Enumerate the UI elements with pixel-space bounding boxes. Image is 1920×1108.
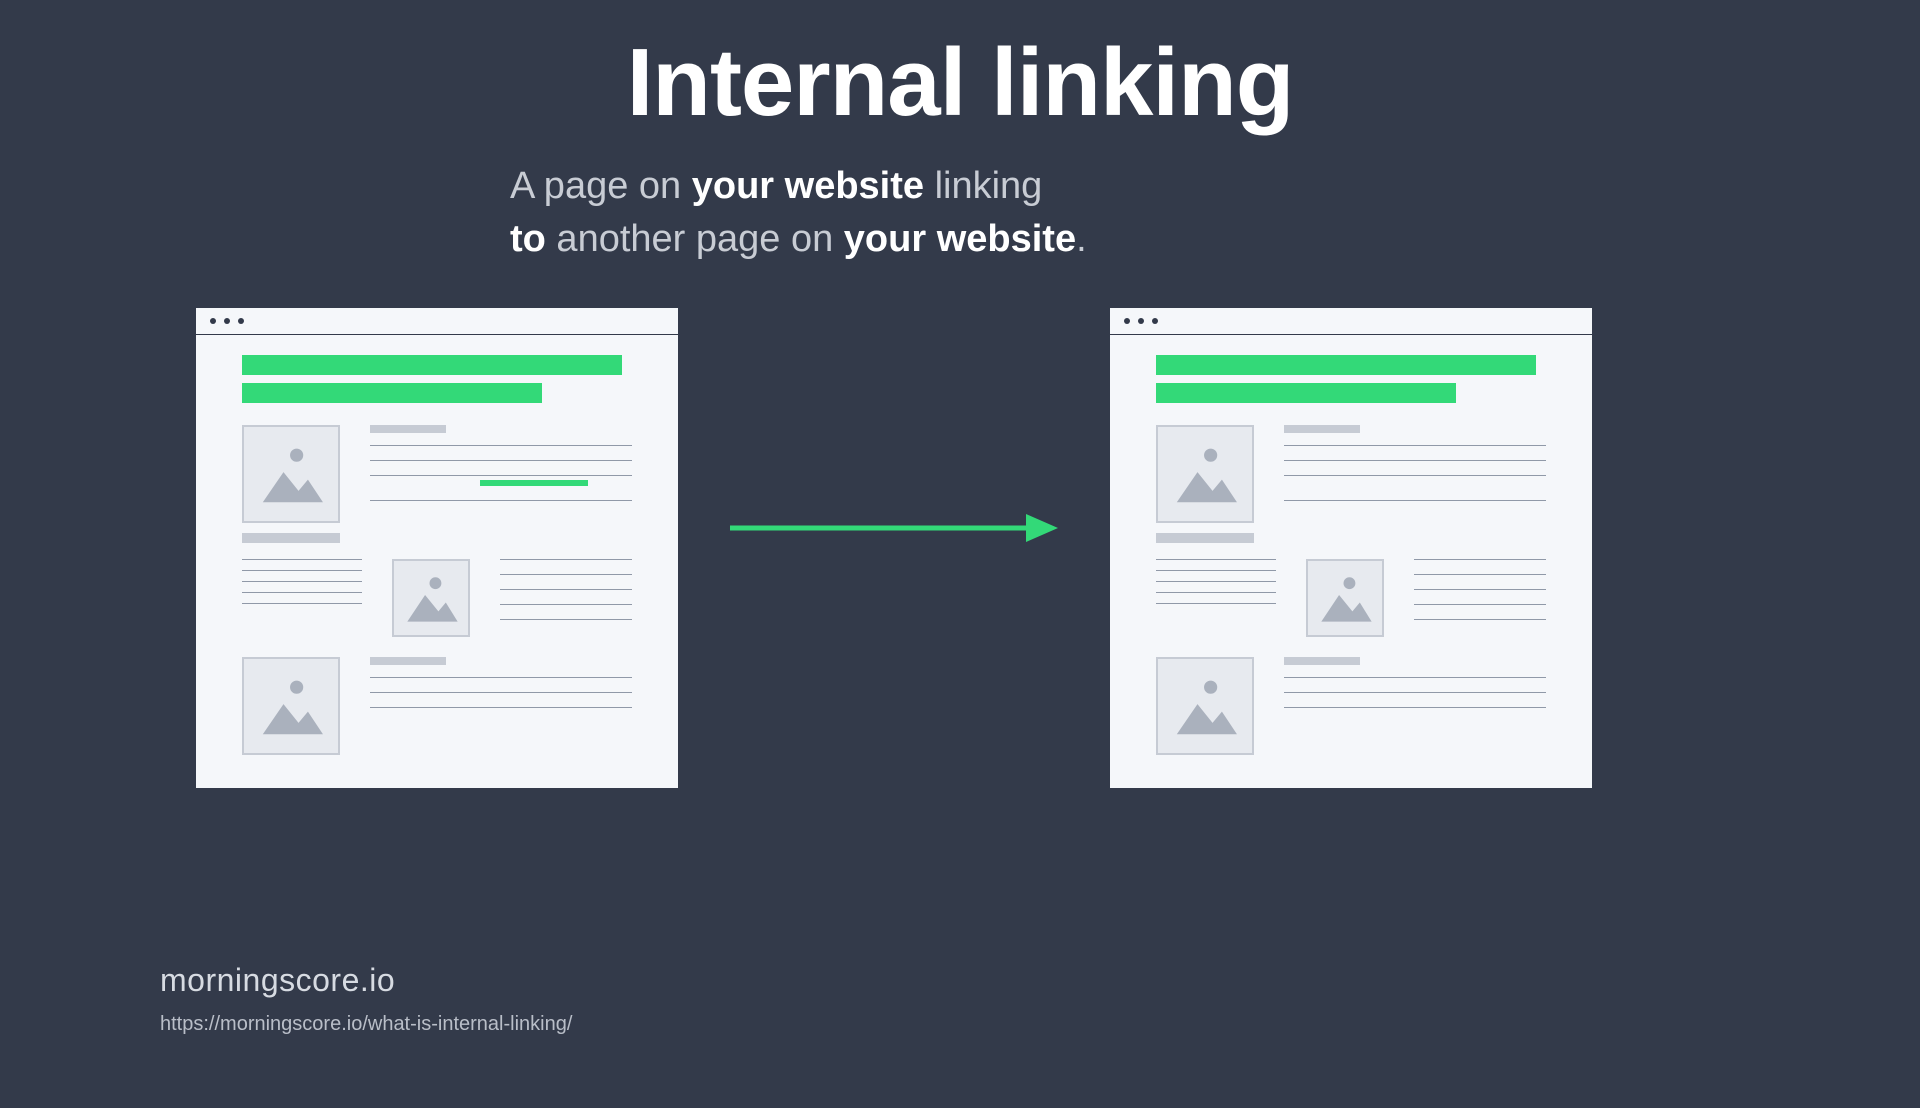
text-label-placeholder xyxy=(242,533,340,543)
browser-divider xyxy=(196,334,678,335)
text-line xyxy=(1414,589,1546,590)
text-line xyxy=(1156,570,1276,571)
window-dot-icon xyxy=(1152,318,1158,324)
text-line xyxy=(1156,559,1276,560)
text-label-placeholder xyxy=(1284,425,1360,433)
text-line xyxy=(242,559,362,560)
text-line xyxy=(370,460,632,461)
text-line xyxy=(1284,692,1546,693)
browser-divider xyxy=(1110,334,1592,335)
text-line xyxy=(1284,677,1546,678)
text-line xyxy=(1414,559,1546,560)
content-section xyxy=(242,657,632,755)
text-line xyxy=(370,475,632,476)
subtitle-bold: your website xyxy=(692,165,924,207)
text-lines xyxy=(242,559,362,637)
text-line xyxy=(1284,460,1546,461)
text-line xyxy=(242,603,362,604)
text-line xyxy=(1284,707,1546,708)
heading-bar xyxy=(242,355,622,375)
text-line xyxy=(1414,604,1546,605)
heading-bar xyxy=(1156,355,1536,375)
text-line xyxy=(370,500,632,501)
text-lines xyxy=(1284,425,1546,523)
text-line xyxy=(370,692,632,693)
text-lines xyxy=(500,559,632,637)
text-line xyxy=(1284,500,1546,501)
text-line xyxy=(1284,445,1546,446)
text-lines xyxy=(1414,559,1546,637)
image-placeholder-icon xyxy=(242,425,340,523)
heading-bar xyxy=(242,383,542,403)
text-line xyxy=(500,604,632,605)
page-body xyxy=(1110,341,1592,755)
window-dot-icon xyxy=(224,318,230,324)
text-lines xyxy=(370,657,632,755)
text-line xyxy=(1414,619,1546,620)
text-line xyxy=(1156,603,1276,604)
image-placeholder-icon xyxy=(1156,425,1254,523)
text-line xyxy=(500,574,632,575)
subtitle-part: A page on xyxy=(510,165,692,207)
text-lines xyxy=(1156,559,1276,637)
text-label-placeholder xyxy=(370,657,446,665)
diagram-container xyxy=(0,308,1920,808)
page-subtitle: A page on your website linking to anothe… xyxy=(510,160,1410,266)
subtitle-part: another page on xyxy=(546,218,844,260)
source-url: https://morningscore.io/what-is-internal… xyxy=(160,1013,572,1036)
footer: morningscore.io https://morningscore.io/… xyxy=(160,962,572,1036)
internal-link-highlight xyxy=(480,480,588,486)
text-lines xyxy=(370,425,632,523)
subtitle-bold: to xyxy=(510,218,546,260)
text-line xyxy=(500,589,632,590)
subtitle-part: linking xyxy=(924,165,1042,207)
text-line xyxy=(370,677,632,678)
image-placeholder-icon xyxy=(1306,559,1384,637)
heading-bar xyxy=(1156,383,1456,403)
text-lines xyxy=(1284,657,1546,755)
text-line xyxy=(242,592,362,593)
content-section xyxy=(1156,657,1546,755)
text-line xyxy=(242,570,362,571)
content-section xyxy=(242,559,632,637)
text-line xyxy=(1284,475,1546,476)
subtitle-part: . xyxy=(1076,218,1087,260)
brand-name: morningscore.io xyxy=(160,962,572,999)
text-line xyxy=(370,707,632,708)
page-body xyxy=(196,341,678,755)
link-arrow-icon xyxy=(726,508,1058,548)
text-line xyxy=(500,619,632,620)
text-line xyxy=(1156,581,1276,582)
text-label-placeholder xyxy=(1156,533,1254,543)
source-page-mockup xyxy=(196,308,678,788)
content-section xyxy=(242,425,632,523)
window-dot-icon xyxy=(210,318,216,324)
content-section xyxy=(1156,425,1546,523)
text-line xyxy=(500,559,632,560)
browser-chrome xyxy=(196,308,678,334)
text-line xyxy=(1414,574,1546,575)
target-page-mockup xyxy=(1110,308,1592,788)
image-placeholder-icon xyxy=(392,559,470,637)
text-label-placeholder xyxy=(1284,657,1360,665)
text-label-placeholder xyxy=(370,425,446,433)
window-dot-icon xyxy=(1124,318,1130,324)
image-placeholder-icon xyxy=(1156,657,1254,755)
text-line xyxy=(1156,592,1276,593)
text-line xyxy=(370,445,632,446)
subtitle-bold: your website xyxy=(844,218,1076,260)
window-dot-icon xyxy=(238,318,244,324)
content-section xyxy=(1156,559,1546,637)
text-line xyxy=(242,581,362,582)
image-placeholder-icon xyxy=(242,657,340,755)
browser-chrome xyxy=(1110,308,1592,334)
page-title: Internal linking xyxy=(0,28,1920,138)
window-dot-icon xyxy=(1138,318,1144,324)
